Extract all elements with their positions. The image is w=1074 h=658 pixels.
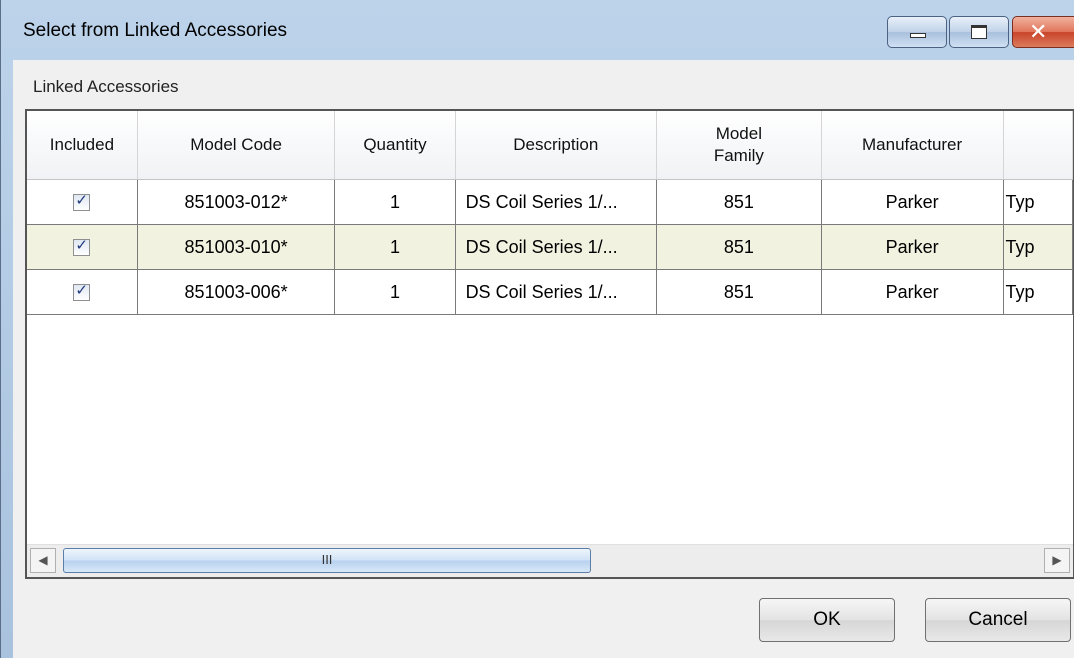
- model-family-header-text: Model Family: [713, 124, 764, 165]
- dialog-window: Select from Linked Accessories ✕ Linked …: [0, 0, 1074, 658]
- column-header-description[interactable]: Description: [455, 111, 657, 180]
- quantity-cell[interactable]: 1: [334, 269, 456, 315]
- dialog-body: Linked Accessories Included Model Code Q…: [13, 60, 1074, 658]
- arrow-right-icon: ▶: [1052, 553, 1062, 567]
- ok-button[interactable]: OK: [759, 598, 895, 642]
- manufacturer-cell[interactable]: Parker: [821, 179, 1004, 225]
- column-header-extra[interactable]: [1003, 111, 1073, 180]
- scrollbar-grip: III: [321, 552, 333, 567]
- included-checkbox[interactable]: ✓: [73, 192, 91, 212]
- extra-cell[interactable]: Typ: [1003, 269, 1073, 315]
- description-cell[interactable]: DS Coil Series 1/...: [455, 179, 657, 225]
- scroll-left-button[interactable]: ◀: [30, 548, 56, 573]
- horizontal-scrollbar[interactable]: ◀ III ▶: [27, 544, 1073, 577]
- column-header-quantity[interactable]: Quantity: [334, 111, 456, 180]
- included-checkbox[interactable]: ✓: [73, 237, 91, 257]
- model-code-cell[interactable]: 851003-012*: [137, 179, 336, 225]
- column-header-model-family[interactable]: Model Family: [656, 111, 822, 180]
- close-button[interactable]: ✕: [1012, 16, 1074, 48]
- column-header-model-code[interactable]: Model Code: [137, 111, 336, 180]
- extra-cell[interactable]: Typ: [1003, 224, 1073, 270]
- scroll-right-button[interactable]: ▶: [1044, 548, 1070, 573]
- manufacturer-cell[interactable]: Parker: [821, 269, 1004, 315]
- minimize-button[interactable]: [887, 16, 947, 48]
- arrow-left-icon: ◀: [38, 553, 48, 567]
- model-code-cell[interactable]: 851003-006*: [137, 269, 336, 315]
- model-family-cell[interactable]: 851: [656, 269, 822, 315]
- maximize-button[interactable]: [949, 16, 1009, 48]
- table-row[interactable]: ✓ 851003-010* 1 DS Coil Series 1/... 851…: [27, 224, 1073, 270]
- extra-cell[interactable]: Typ: [1003, 179, 1073, 225]
- group-label: Linked Accessories: [33, 77, 179, 96]
- maximize-icon: [971, 25, 987, 39]
- cancel-button[interactable]: Cancel: [925, 598, 1071, 642]
- included-cell[interactable]: ✓: [27, 179, 138, 225]
- header-row: Included Model Code Quantity Description…: [27, 111, 1073, 180]
- model-family-cell[interactable]: 851: [656, 179, 822, 225]
- quantity-cell[interactable]: 1: [334, 224, 456, 270]
- checkmark-icon: ✓: [75, 192, 88, 210]
- minimize-icon: [910, 33, 926, 38]
- table-row[interactable]: ✓ 851003-006* 1 DS Coil Series 1/... 851…: [27, 269, 1073, 315]
- model-code-cell[interactable]: 851003-010*: [137, 224, 336, 270]
- column-header-manufacturer[interactable]: Manufacturer: [821, 111, 1004, 180]
- accessories-table: Included Model Code Quantity Description…: [27, 111, 1073, 315]
- close-icon: ✕: [1029, 19, 1048, 44]
- checkmark-icon: ✓: [75, 237, 88, 255]
- included-cell[interactable]: ✓: [27, 269, 138, 315]
- window-title: Select from Linked Accessories: [23, 20, 288, 41]
- description-cell[interactable]: DS Coil Series 1/...: [455, 269, 657, 315]
- accessories-grid[interactable]: Included Model Code Quantity Description…: [25, 109, 1074, 579]
- included-cell[interactable]: ✓: [27, 224, 138, 270]
- scrollbar-thumb[interactable]: III: [63, 548, 591, 573]
- description-cell[interactable]: DS Coil Series 1/...: [455, 224, 657, 270]
- model-family-cell[interactable]: 851: [656, 224, 822, 270]
- quantity-cell[interactable]: 1: [334, 179, 456, 225]
- checkmark-icon: ✓: [75, 282, 88, 300]
- title-bar[interactable]: Select from Linked Accessories ✕: [1, 0, 1074, 60]
- table-row[interactable]: ✓ 851003-012* 1 DS Coil Series 1/... 851…: [27, 179, 1073, 225]
- included-checkbox[interactable]: ✓: [73, 282, 91, 302]
- manufacturer-cell[interactable]: Parker: [821, 224, 1004, 270]
- column-header-included[interactable]: Included: [27, 111, 138, 180]
